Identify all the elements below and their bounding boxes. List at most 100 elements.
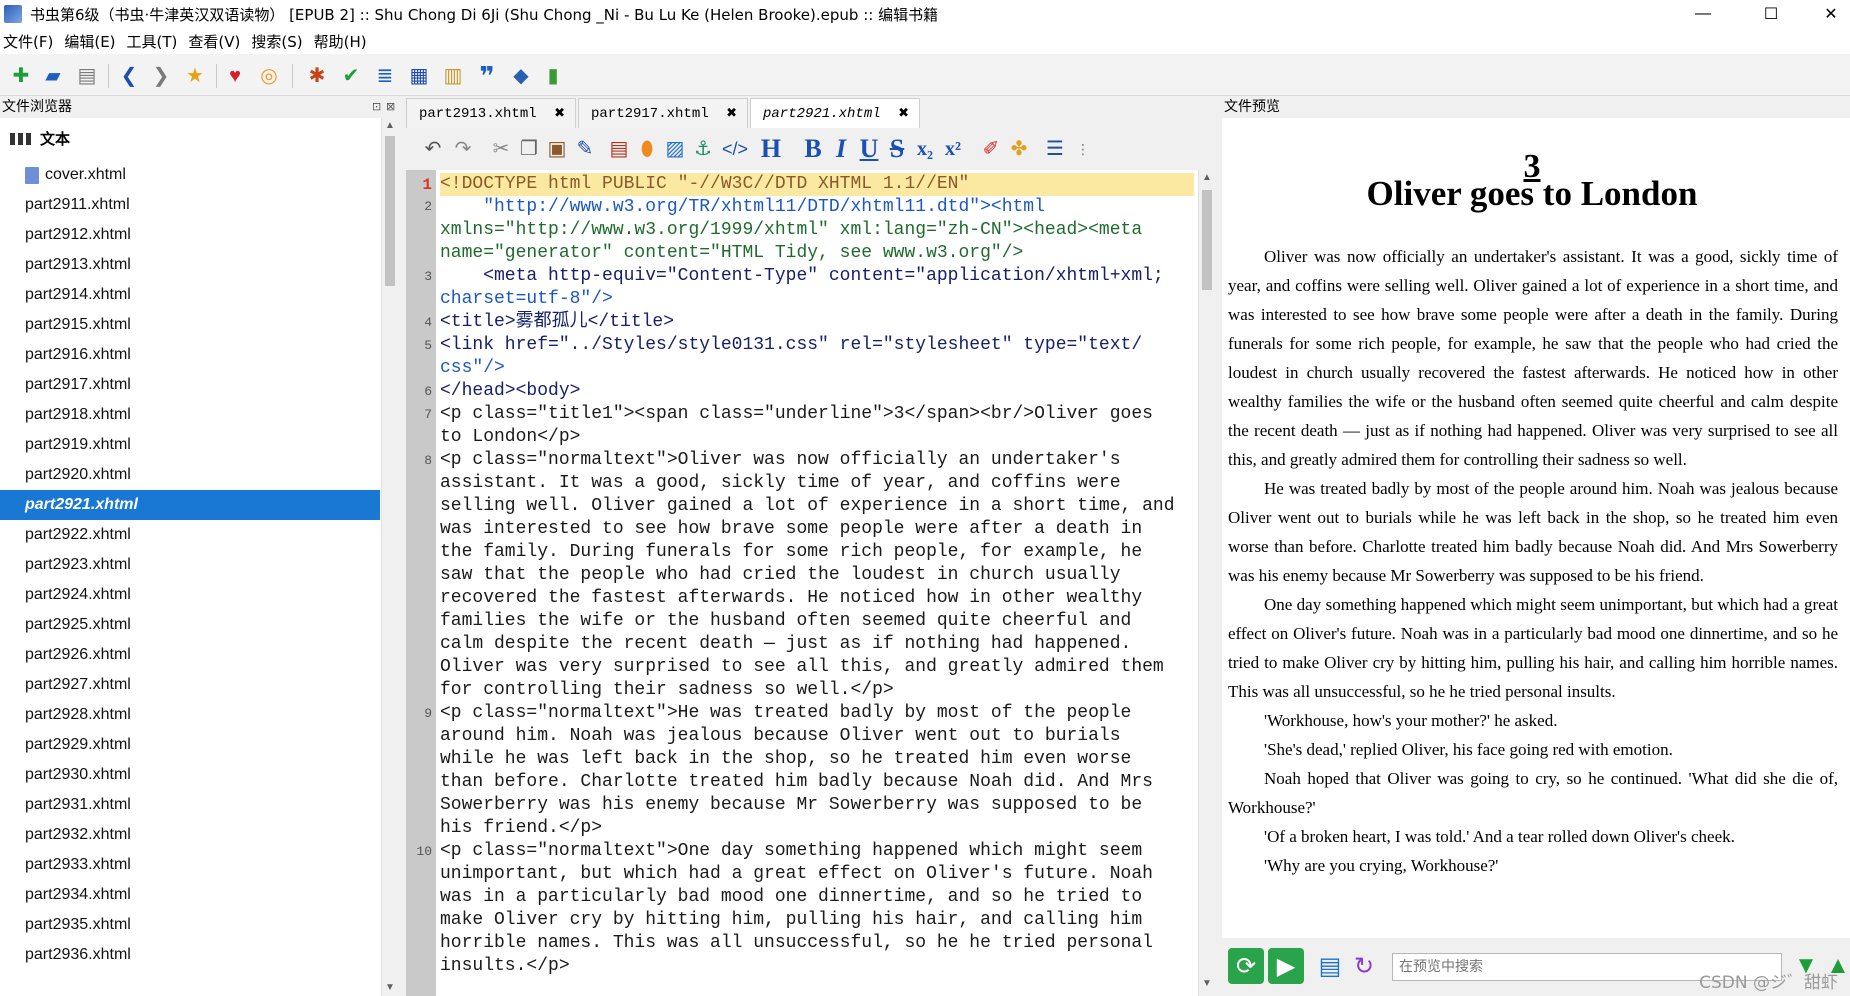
metadata-icon[interactable]: ▦ [406, 63, 432, 89]
redo-icon[interactable]: ↷ [450, 136, 476, 162]
bug-icon[interactable]: ✱ [304, 63, 330, 89]
file-item[interactable]: cover.xhtml [0, 160, 380, 190]
spellcheck-icon[interactable]: ✔ [338, 63, 364, 89]
reload-icon[interactable]: ↻ [1346, 948, 1382, 984]
undo-icon[interactable]: ↶ [420, 136, 446, 162]
clean-format-icon[interactable]: ✎ [572, 136, 598, 162]
file-item[interactable]: part2920.xhtml [0, 460, 380, 490]
file-item[interactable]: part2921.xhtml [0, 490, 380, 520]
file-item[interactable]: part2912.xhtml [0, 220, 380, 250]
forward-icon[interactable]: ❯ [148, 63, 174, 89]
file-item[interactable]: part2932.xhtml [0, 820, 380, 850]
file-list-scrollbar[interactable]: ▲ ▼ [381, 118, 398, 996]
code-editor[interactable]: <!DOCTYPE html PUBLIC "-//W3C//DTD XHTML… [436, 170, 1198, 996]
file-item[interactable]: part2934.xhtml [0, 880, 380, 910]
file-item[interactable]: part2916.xhtml [0, 340, 380, 370]
file-item[interactable]: part2918.xhtml [0, 400, 380, 430]
code-line: name="generator" content="HTML Tidy, see… [440, 243, 1024, 263]
tab-part2917[interactable]: part2917.xhtml ✖ [578, 98, 748, 128]
menu-help[interactable]: 帮助(H) [311, 31, 375, 52]
play-icon[interactable]: ▶ [1268, 948, 1304, 984]
editor-scrollbar[interactable]: ▲ ▼ [1198, 170, 1216, 996]
heart-icon[interactable]: ♥ [222, 63, 248, 89]
menu-search[interactable]: 搜索(S) [248, 31, 310, 52]
quote-icon[interactable]: ❞ [474, 63, 500, 89]
toc-icon[interactable]: ≣ [372, 63, 398, 89]
file-item[interactable]: part2927.xhtml [0, 670, 380, 700]
text-folder[interactable]: 文本 [10, 128, 70, 149]
maximize-button[interactable]: ☐ [1748, 0, 1794, 28]
open-folder-icon[interactable]: ▰ [40, 63, 66, 89]
minimize-button[interactable]: — [1680, 0, 1726, 28]
align-icon[interactable]: ☰ [1042, 136, 1068, 162]
bookmark-icon[interactable]: ★ [182, 63, 208, 89]
file-item[interactable]: part2935.xhtml [0, 910, 380, 940]
reports-icon[interactable]: ▮ [540, 63, 566, 89]
scroll-thumb[interactable] [1202, 190, 1212, 290]
insert-file-icon[interactable]: ▤ [606, 136, 632, 162]
italic-icon[interactable]: I [828, 136, 854, 162]
close-tab-icon[interactable]: ✖ [554, 106, 565, 121]
scroll-up-icon[interactable]: ▲ [385, 120, 395, 131]
file-preview[interactable]: 3 Oliver goes to London Oliver was now o… [1222, 118, 1850, 938]
close-tab-icon[interactable]: ✖ [726, 106, 737, 121]
inspect-icon[interactable]: ▤ [1312, 948, 1348, 984]
paste-icon[interactable]: ▣ [544, 136, 570, 162]
tab-part2921[interactable]: part2921.xhtml ✖ [750, 98, 920, 128]
panel-float-icon[interactable]: ⊡ [372, 100, 381, 113]
underline-icon[interactable]: U [856, 136, 882, 162]
copy-icon[interactable]: ❐ [516, 136, 542, 162]
insert-image-icon[interactable]: ▨ [662, 136, 688, 162]
clean-icon[interactable]: ◆ [508, 63, 534, 89]
preview-body: Oliver was now officially an undertaker'… [1228, 242, 1838, 880]
file-item[interactable]: part2931.xhtml [0, 790, 380, 820]
menu-tools[interactable]: 工具(T) [124, 31, 186, 52]
close-window-button[interactable]: ✕ [1808, 0, 1850, 28]
menu-view[interactable]: 查看(V) [185, 31, 248, 52]
brush-icon[interactable]: ✐ [978, 136, 1004, 162]
file-item[interactable]: part2922.xhtml [0, 520, 380, 550]
file-item[interactable]: part2933.xhtml [0, 850, 380, 880]
code-icon[interactable]: </> [722, 136, 748, 162]
file-item[interactable]: part2930.xhtml [0, 760, 380, 790]
cut-icon[interactable]: ✂ [488, 136, 514, 162]
scroll-thumb[interactable] [385, 136, 395, 286]
menu-edit[interactable]: 编辑(E) [61, 31, 123, 52]
panel-close-icon[interactable]: ⊠ [386, 100, 395, 113]
paint-icon[interactable]: ✤ [1006, 136, 1032, 162]
close-tab-icon[interactable]: ✖ [898, 106, 909, 121]
file-item[interactable]: part2913.xhtml [0, 250, 380, 280]
tab-part2913[interactable]: part2913.xhtml ✖ [406, 98, 576, 128]
scroll-down-icon[interactable]: ▼ [1202, 978, 1212, 989]
lifebuoy-icon[interactable]: ◎ [256, 63, 282, 89]
file-item[interactable]: part2923.xhtml [0, 550, 380, 580]
file-item[interactable]: part2924.xhtml [0, 580, 380, 610]
scroll-down-icon[interactable]: ▼ [385, 982, 395, 993]
subscript-icon[interactable]: x₂ [912, 136, 938, 162]
strikethrough-icon[interactable]: S [884, 136, 910, 162]
insert-marker-icon[interactable]: ⬮ [634, 136, 660, 162]
file-item[interactable]: part2917.xhtml [0, 370, 380, 400]
file-item[interactable]: part2926.xhtml [0, 640, 380, 670]
back-icon[interactable]: ❮ [116, 63, 142, 89]
panel-splitter[interactable] [398, 96, 406, 996]
file-item[interactable]: part2929.xhtml [0, 730, 380, 760]
menu-file[interactable]: 文件(F) [0, 31, 61, 52]
file-item[interactable]: part2919.xhtml [0, 430, 380, 460]
superscript-icon[interactable]: x² [940, 136, 966, 162]
fonts-icon[interactable]: ▥ [440, 63, 466, 89]
file-item[interactable]: part2928.xhtml [0, 700, 380, 730]
file-item[interactable]: part2914.xhtml [0, 280, 380, 310]
file-item[interactable]: part2936.xhtml [0, 940, 380, 970]
file-item[interactable]: part2925.xhtml [0, 610, 380, 640]
file-item[interactable]: part2915.xhtml [0, 310, 380, 340]
file-item[interactable]: part2911.xhtml [0, 190, 380, 220]
insert-link-icon[interactable]: ⚓ [690, 136, 716, 162]
refresh-preview-icon[interactable]: ⟳ [1228, 948, 1264, 984]
bold-icon[interactable]: B [800, 136, 826, 162]
new-file-icon[interactable]: ✚ [8, 63, 34, 89]
save-icon[interactable]: ▤ [74, 63, 100, 89]
scroll-up-icon[interactable]: ▲ [1202, 172, 1212, 183]
more-icon[interactable]: ⋮ [1070, 136, 1096, 162]
heading-icon[interactable]: H [758, 136, 784, 162]
